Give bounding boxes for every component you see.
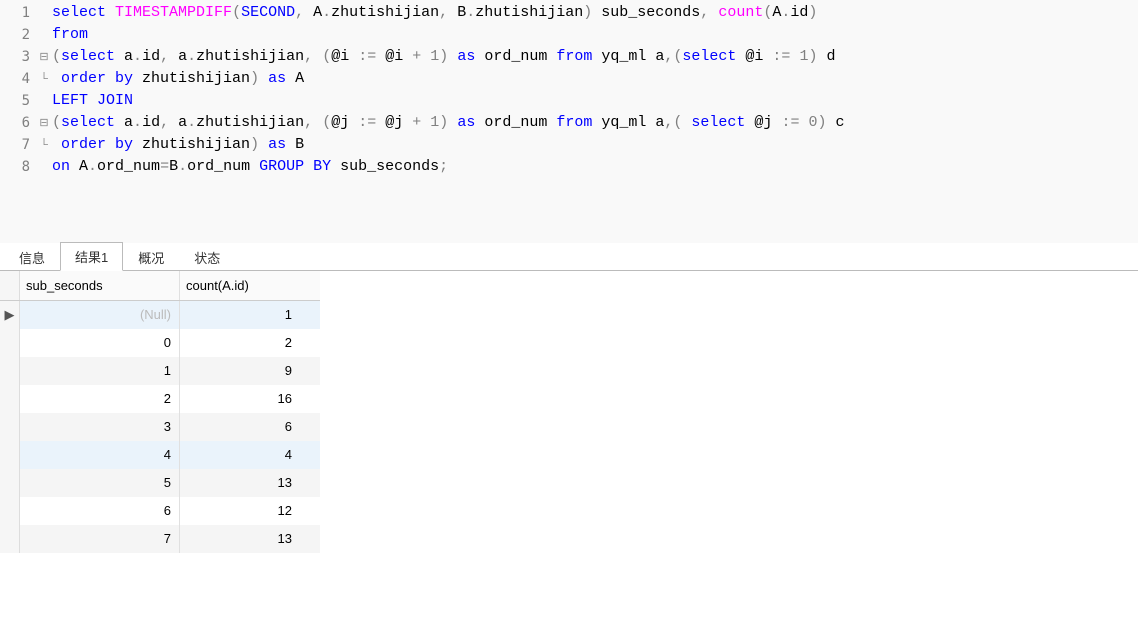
line-number: 1	[0, 2, 36, 24]
fold-icon[interactable]: ⊟	[36, 112, 52, 134]
column-header[interactable]: count(A.id)	[180, 271, 300, 300]
editor-line[interactable]: 8 on A.ord_num=B.ord_num GROUP BY sub_sec…	[0, 156, 1138, 178]
editor-line[interactable]: 5 LEFT JOIN	[0, 90, 1138, 112]
row-marker	[0, 525, 20, 553]
table-row[interactable]: 02	[0, 329, 320, 357]
code-text[interactable]: on A.ord_num=B.ord_num GROUP BY sub_seco…	[52, 156, 448, 178]
editor-line[interactable]: 1 select TIMESTAMPDIFF(SECOND, A.zhutishi…	[0, 2, 1138, 24]
cell[interactable]: 5	[20, 469, 180, 497]
cell[interactable]: 12	[180, 497, 300, 525]
cell[interactable]: 3	[20, 413, 180, 441]
code-text[interactable]: (select a.id, a.zhutishijian, (@j := @j …	[52, 112, 845, 134]
tab-状态[interactable]: 状态	[179, 243, 235, 271]
line-number: 4	[0, 68, 36, 90]
code-text[interactable]: from	[52, 24, 88, 46]
cell[interactable]: 13	[180, 525, 300, 553]
row-marker	[0, 441, 20, 469]
row-marker	[0, 497, 20, 525]
row-marker: ▶	[0, 301, 20, 329]
editor-line[interactable]: 3⊟(select a.id, a.zhutishijian, (@i := @…	[0, 46, 1138, 68]
editor-line[interactable]: 7└ order by zhutishijian) as B	[0, 134, 1138, 156]
code-text[interactable]: LEFT JOIN	[52, 90, 133, 112]
cell[interactable]: 1	[180, 301, 300, 329]
editor-line[interactable]: 6⊟(select a.id, a.zhutishijian, (@j := @…	[0, 112, 1138, 134]
line-number: 3	[0, 46, 36, 68]
cell[interactable]: 7	[20, 525, 180, 553]
editor-line[interactable]: 4└ order by zhutishijian) as A	[0, 68, 1138, 90]
line-number: 6	[0, 112, 36, 134]
code-text[interactable]: order by zhutishijian) as A	[52, 68, 304, 90]
row-marker	[0, 357, 20, 385]
table-row[interactable]: 44	[0, 441, 320, 469]
line-number: 2	[0, 24, 36, 46]
table-row[interactable]: 513	[0, 469, 320, 497]
row-marker	[0, 329, 20, 357]
fold-icon[interactable]: └	[36, 134, 52, 156]
code-text[interactable]: order by zhutishijian) as B	[52, 134, 304, 156]
sql-editor[interactable]: 1 select TIMESTAMPDIFF(SECOND, A.zhutishi…	[0, 0, 1138, 188]
line-number: 7	[0, 134, 36, 156]
table-row[interactable]: 612	[0, 497, 320, 525]
cell[interactable]: 2	[20, 385, 180, 413]
table-row[interactable]: 216	[0, 385, 320, 413]
fold-icon[interactable]: ⊟	[36, 46, 52, 68]
editor-spacer	[0, 188, 1138, 243]
line-number: 8	[0, 156, 36, 178]
grid-header: sub_seconds count(A.id)	[0, 271, 320, 301]
row-marker-header	[0, 271, 20, 300]
cell[interactable]: 4	[20, 441, 180, 469]
code-text[interactable]: (select a.id, a.zhutishijian, (@i := @i …	[52, 46, 835, 68]
fold-icon[interactable]: └	[36, 68, 52, 90]
line-number: 5	[0, 90, 36, 112]
cell[interactable]: 4	[180, 441, 300, 469]
result-tabs: 信息结果1概况状态	[0, 243, 1138, 271]
row-marker	[0, 413, 20, 441]
cell[interactable]: 9	[180, 357, 300, 385]
code-text[interactable]: select TIMESTAMPDIFF(SECOND, A.zhutishij…	[52, 2, 817, 24]
cell[interactable]: (Null)	[20, 301, 180, 329]
cell[interactable]: 13	[180, 469, 300, 497]
tab-信息[interactable]: 信息	[4, 243, 60, 271]
table-row[interactable]: 19	[0, 357, 320, 385]
cell[interactable]: 0	[20, 329, 180, 357]
table-row[interactable]: ▶(Null)1	[0, 301, 320, 329]
row-marker	[0, 469, 20, 497]
table-row[interactable]: 36	[0, 413, 320, 441]
tab-概况[interactable]: 概况	[123, 243, 179, 271]
cell[interactable]: 16	[180, 385, 300, 413]
column-header[interactable]: sub_seconds	[20, 271, 180, 300]
cell[interactable]: 6	[180, 413, 300, 441]
cell[interactable]: 6	[20, 497, 180, 525]
table-row[interactable]: 713	[0, 525, 320, 553]
row-marker	[0, 385, 20, 413]
result-grid[interactable]: sub_seconds count(A.id) ▶(Null)102192163…	[0, 271, 320, 553]
editor-line[interactable]: 2 from	[0, 24, 1138, 46]
cell[interactable]: 2	[180, 329, 300, 357]
cell[interactable]: 1	[20, 357, 180, 385]
tab-结果1[interactable]: 结果1	[60, 242, 123, 271]
